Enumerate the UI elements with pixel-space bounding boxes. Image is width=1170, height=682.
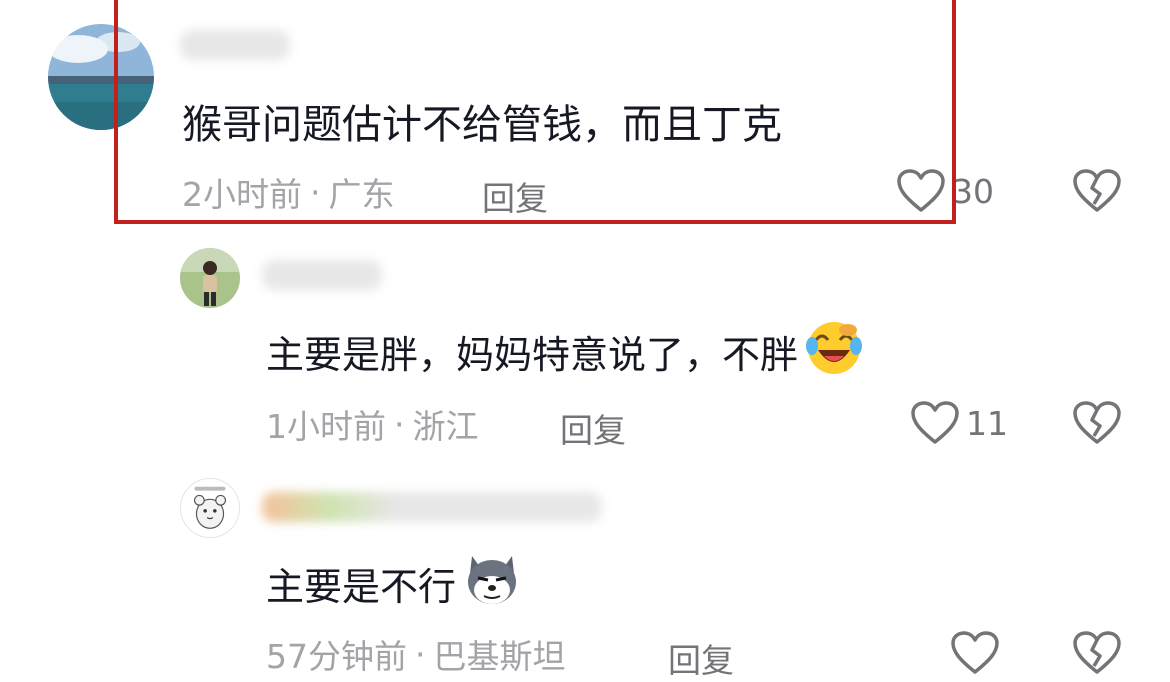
like-button[interactable]: 11 [910, 400, 1008, 446]
comment-time: 57分钟前 [266, 637, 407, 676]
comment-text-content: 主要是不行 [266, 564, 457, 609]
comment-item: 主要是不行 57分钟前 · 巴基斯坦 回复 [0, 468, 1170, 682]
comment-item: 主要是胖，妈妈特意说了，不胖 1小时前 · 浙江 回复 11 [0, 238, 1170, 458]
broken-heart-icon [1072, 400, 1122, 446]
dislike-button[interactable] [1072, 168, 1122, 214]
comment-meta: 57分钟前 · 巴基斯坦 [266, 634, 566, 677]
comment-time: 1小时前 [266, 407, 386, 446]
username-blurred [262, 260, 382, 290]
highlight-box [114, 0, 956, 224]
heart-icon [950, 630, 1000, 676]
avatar[interactable] [180, 478, 240, 538]
comment-meta: 1小时前 · 浙江 [266, 404, 479, 447]
broken-heart-icon [1072, 630, 1122, 676]
comment-text-content: 主要是胖，妈妈特意说了，不胖 [266, 332, 799, 377]
laughing-crying-emoji [804, 318, 864, 385]
comment-location: 浙江 [412, 407, 479, 446]
broken-heart-icon [1072, 168, 1122, 214]
like-count: 30 [952, 171, 994, 211]
heart-icon [910, 400, 960, 446]
username-blurred [262, 492, 602, 522]
comment-item: 猴哥问题估计不给管钱，而且丁克 2小时前 · 广东 回复 30 [0, 0, 1170, 230]
like-count: 11 [966, 403, 1008, 443]
dislike-button[interactable] [1072, 630, 1122, 676]
meta-separator: · [394, 404, 405, 444]
dislike-button[interactable] [1072, 400, 1122, 446]
comment-text: 主要是不行 [266, 554, 522, 612]
reply-button[interactable]: 回复 [668, 634, 734, 682]
meta-separator: · [415, 634, 426, 674]
husky-dog-emoji [462, 550, 522, 617]
comment-location: 巴基斯坦 [433, 637, 566, 676]
avatar[interactable] [180, 248, 240, 308]
comment-text: 主要是胖，妈妈特意说了，不胖 [266, 321, 864, 377]
like-button[interactable] [950, 630, 1000, 676]
reply-button[interactable]: 回复 [560, 404, 626, 452]
